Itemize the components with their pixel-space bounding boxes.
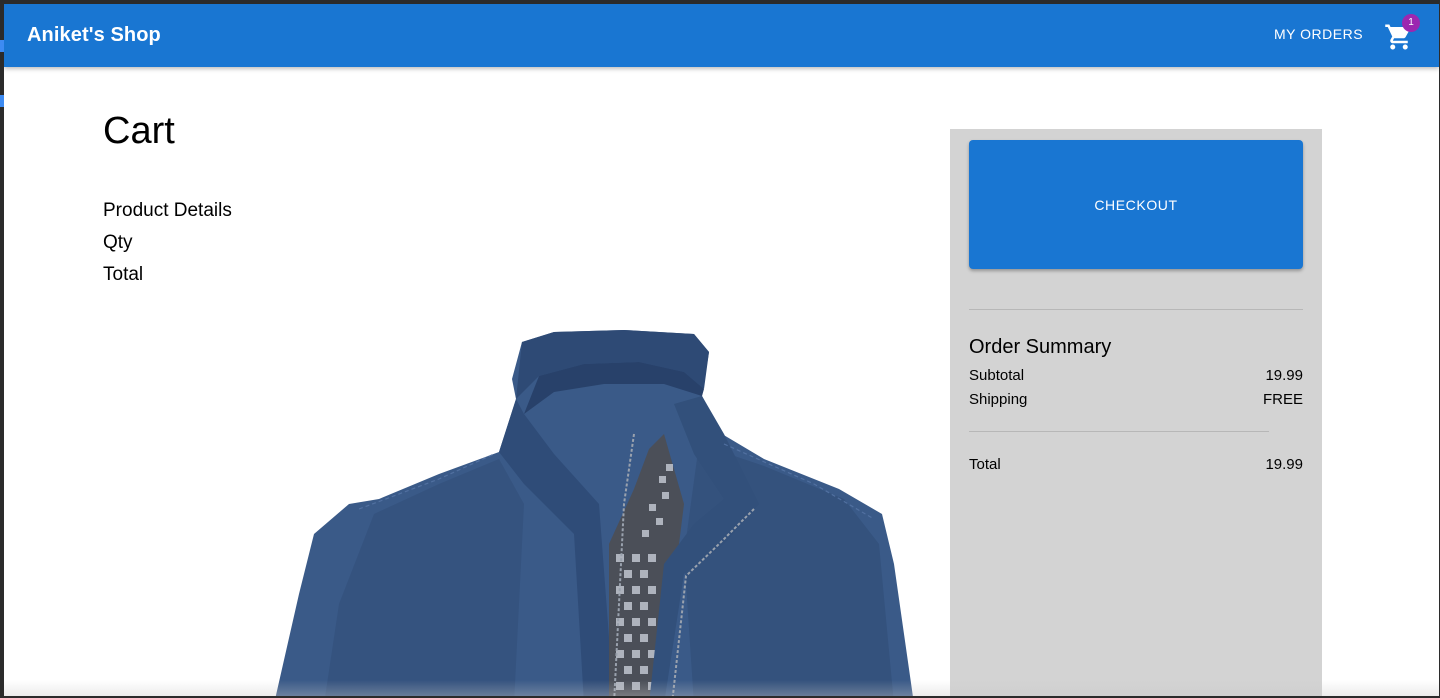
page-title: Cart [103, 110, 175, 152]
summary-divider [969, 309, 1303, 310]
column-header-product-details: Product Details [103, 200, 232, 221]
total-label: Total [969, 456, 1001, 473]
subtotal-label: Subtotal [969, 367, 1025, 384]
subtotal-value: 19.99 [1265, 367, 1303, 384]
shipping-value: FREE [1262, 391, 1303, 408]
app-bar: Aniket's Shop MY ORDERS 1 [4, 4, 1439, 67]
summary-divider [969, 431, 1269, 432]
blue-zip-jacket-image [275, 330, 913, 696]
shipping-label: Shipping [969, 391, 1028, 408]
column-header-total: Total [103, 264, 144, 285]
column-header-qty: Qty [103, 232, 133, 253]
shop-brand[interactable]: Aniket's Shop [27, 24, 161, 47]
total-value: 19.99 [1265, 456, 1303, 473]
cart-count-badge: 1 [1402, 14, 1420, 32]
my-orders-link[interactable]: MY ORDERS [1274, 26, 1363, 42]
product-image[interactable] [254, 304, 954, 696]
order-summary-panel: CHECKOUT Order Summary Subtotal 19.99 Sh… [950, 129, 1322, 696]
order-summary-heading: Order Summary [969, 336, 1112, 358]
checkout-button[interactable]: CHECKOUT [969, 140, 1303, 269]
app-window: Aniket's Shop MY ORDERS 1 Cart Product D… [4, 4, 1439, 696]
